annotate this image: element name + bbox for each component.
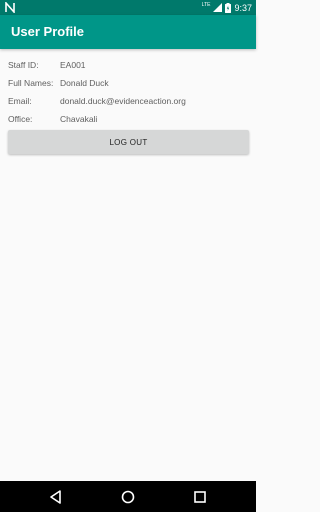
office-value: Chavakali	[60, 114, 98, 124]
app-bar: User Profile	[0, 15, 256, 49]
page-title: User Profile	[11, 24, 84, 39]
email-label: Email:	[8, 96, 32, 106]
notification-n-icon	[5, 2, 15, 13]
full-names-value: Donald Duck	[60, 78, 109, 88]
office-label: Office:	[8, 114, 33, 124]
profile-row-email: Email: donald.duck@evidenceaction.org	[0, 94, 256, 108]
recents-icon[interactable]	[192, 489, 208, 505]
profile-row-office: Office: Chavakali	[0, 112, 256, 126]
back-icon[interactable]	[48, 489, 64, 505]
staff-id-label: Staff ID:	[8, 60, 39, 70]
battery-icon	[225, 2, 232, 13]
signal-icon	[213, 3, 223, 12]
network-type-label: LTE	[201, 1, 211, 8]
staff-id-value: EA001	[60, 60, 86, 70]
email-value: donald.duck@evidenceaction.org	[60, 96, 186, 106]
home-icon[interactable]	[120, 489, 136, 505]
status-time: 9:37	[234, 2, 252, 13]
status-bar: LTE 9:37	[0, 0, 256, 15]
profile-row-staff-id: Staff ID: EA001	[0, 58, 256, 72]
status-icons: LTE 9:37	[202, 0, 252, 15]
system-nav-bar	[0, 481, 256, 512]
full-names-label: Full Names:	[8, 78, 54, 88]
logout-button[interactable]: LOG OUT	[8, 130, 249, 154]
profile-row-full-names: Full Names: Donald Duck	[0, 76, 256, 90]
